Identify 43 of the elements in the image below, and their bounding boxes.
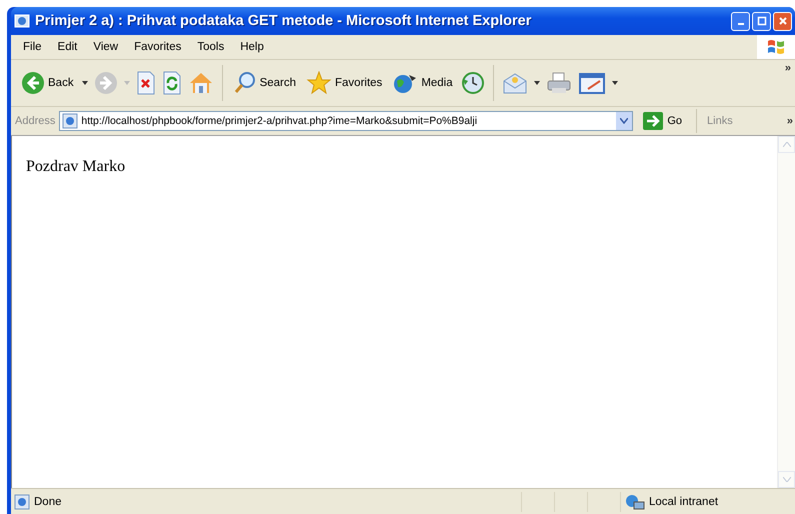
maximize-icon xyxy=(756,16,766,26)
page-icon xyxy=(14,494,30,510)
network-icon xyxy=(625,494,645,510)
search-icon xyxy=(232,71,257,95)
go-button[interactable]: Go xyxy=(637,109,698,133)
page-text: Pozdrav Marko xyxy=(26,158,126,175)
toolbar-overflow-button[interactable]: » xyxy=(784,62,791,74)
menu-item[interactable]: Edit xyxy=(50,41,86,53)
minimize-button[interactable] xyxy=(731,12,750,30)
menu-item[interactable]: Tools xyxy=(189,41,232,53)
home-icon[interactable] xyxy=(188,71,214,95)
star-icon xyxy=(306,71,332,95)
menu-item[interactable]: View xyxy=(85,41,126,53)
close-icon xyxy=(778,16,788,26)
links-overflow-button[interactable]: » xyxy=(786,115,793,127)
menu-item[interactable]: Help xyxy=(232,41,272,53)
address-label: Address xyxy=(15,115,56,127)
mail-icon[interactable] xyxy=(502,71,528,95)
maximize-button[interactable] xyxy=(752,12,771,30)
dropdown-arrow-icon[interactable] xyxy=(82,81,88,85)
media-button[interactable]: Media xyxy=(390,71,455,95)
page-icon xyxy=(62,113,78,129)
printer-icon[interactable] xyxy=(546,71,572,95)
dropdown-button[interactable] xyxy=(616,112,632,130)
history-icon[interactable] xyxy=(460,71,485,95)
stop-icon[interactable] xyxy=(136,71,156,95)
dropdown-arrow-icon[interactable] xyxy=(534,81,540,85)
minimize-icon xyxy=(738,22,744,24)
zone-text: Local intranet xyxy=(649,496,718,508)
dropdown-arrow-icon[interactable] xyxy=(612,81,618,85)
search-button[interactable]: Search xyxy=(230,71,298,95)
edit-icon[interactable] xyxy=(578,71,606,95)
favorites-button[interactable]: Favorites xyxy=(304,71,384,95)
address-field[interactable]: http://localhost/phpbook/forme/primjer2-a/prihvat.php?ime=Marko&submit=Po%B9alji xyxy=(59,111,634,131)
windows-logo-icon xyxy=(766,38,786,56)
menu-item[interactable]: Favorites xyxy=(126,41,190,53)
status-text: Done xyxy=(34,496,62,508)
back-button[interactable]: Back xyxy=(19,71,76,95)
window-title: Primjer 2 a) : Prihvat podataka GET metode - Microsoft Internet Explorer xyxy=(35,13,532,29)
close-button[interactable] xyxy=(773,12,792,30)
refresh-icon[interactable] xyxy=(162,71,182,95)
go-arrow-icon xyxy=(643,112,664,130)
menu-item[interactable]: File xyxy=(15,41,50,53)
